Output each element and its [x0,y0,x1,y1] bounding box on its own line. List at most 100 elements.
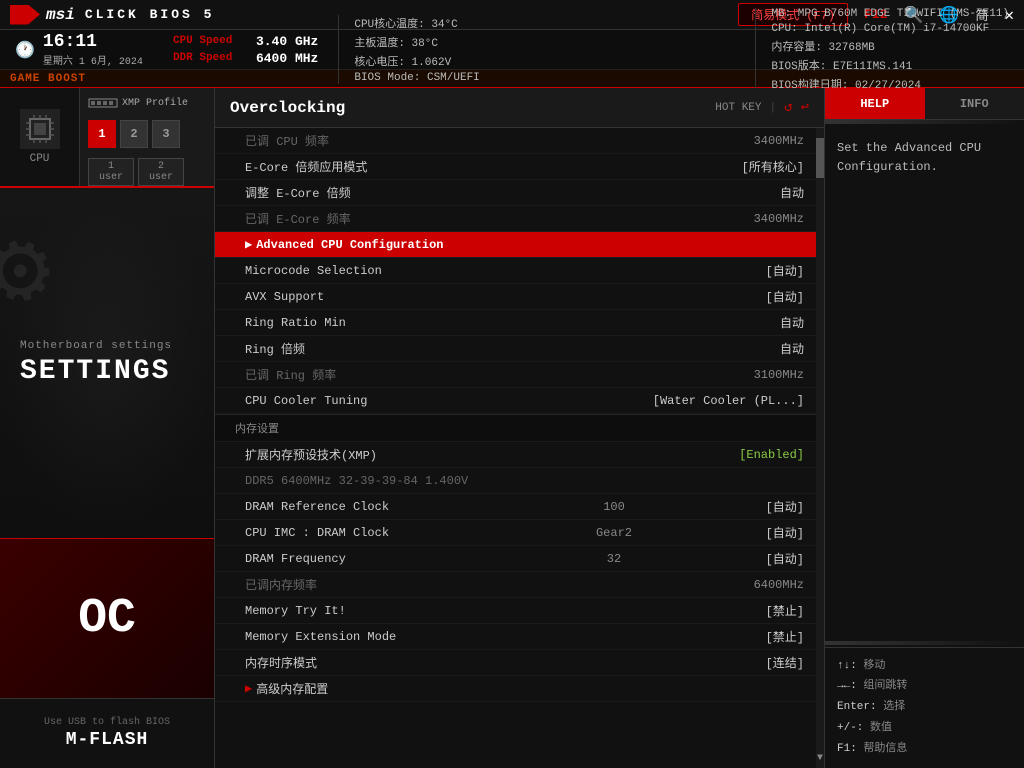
xmp-btn-2[interactable]: 2 [120,120,148,148]
center-content: Boot Priority 💽 ▶ 💿 ▶ U 🖫 USB ▶ U [215,88,824,768]
settings-section[interactable]: ⚙ Motherboard settings SETTINGS [0,188,214,538]
setting-name-ecore-adj: 调整 E-Core 倍频 [245,184,644,201]
cpu-info: CPU: Intel(R) Core(TM) i7-14700KF [771,23,1009,35]
setting-row-ring-min[interactable]: Ring Ratio Min 自动 [215,310,824,336]
xmp-btn-3[interactable]: 3 [152,120,180,148]
setting-value-ecore-freq: 3400MHz [644,212,804,226]
mflash-section[interactable]: Use USB to flash BIOS M-FLASH [0,698,214,768]
xmp-user-btn-1[interactable]: 1user [88,158,134,186]
cpu-speed-value: 3.40 GHz [256,34,318,49]
left-sidebar: CPU XMP Profile 1 2 3 [0,88,215,768]
scrollbar-thumb[interactable] [816,138,824,178]
setting-row-mem-try[interactable]: Memory Try It! [禁止] [215,598,824,624]
setting-row-cpu-freq[interactable]: 已调 CPU 频率 3400MHz [215,128,824,154]
scroll-down-arrow[interactable]: ▼ [816,748,824,768]
cpu-label: CPU [30,153,50,165]
setting-row-imc-dram[interactable]: CPU IMC : DRAM Clock Gear2 [自动] [215,520,824,546]
setting-value-dram-freq: [自动] [644,550,804,567]
xmp-user-btn-2[interactable]: 2user [138,158,184,186]
setting-value-cooler: [Water Cooler (PL...] [644,394,804,408]
setting-value-mem-try: [禁止] [644,602,804,619]
bios-mode: BIOS Mode: CSM/UEFI [354,72,479,84]
setting-value-ring-freq: 3100MHz [644,368,804,382]
logo-msi: msi [46,6,75,24]
cpu-temp: CPU核心温度: 34°C [354,15,479,31]
setting-row-adv-cpu[interactable]: ▶ Advanced CPU Configuration [215,232,824,258]
settings-list[interactable]: 已调 CPU 频率 3400MHz E-Core 倍频应用模式 [所有核心] 调… [215,128,824,768]
setting-value-mem-ext: [禁止] [644,628,804,645]
right-footer: ↑↓: 移动 →←: 组间跳转 Enter: 选择 +/-: 数值 F1: 帮助… [825,647,1024,768]
setting-value-xmp: [Enabled] [644,448,804,462]
setting-row-xmp[interactable]: 扩展内存预设技术(XMP) [Enabled] [215,442,824,468]
setting-name-ddr5-info: DDR5 6400MHz 32-39-39-84 1.400V [245,474,804,488]
back-icon[interactable]: ↩ [801,99,809,116]
mb-temp: 主板温度: 38°C [354,34,479,50]
setting-name-ring-freq: 已调 Ring 频率 [245,366,644,383]
setting-row-adv-mem[interactable]: ▶ 高级内存配置 [215,676,824,702]
setting-extra-dram-freq: 32 [584,552,644,566]
hotkey-label: HOT KEY [715,102,761,114]
cpu-box[interactable]: CPU [0,88,80,186]
setting-row-cooler[interactable]: CPU Cooler Tuning [Water Cooler (PL...] [215,388,824,414]
setting-row-timing-mode[interactable]: 内存时序模式 [连结] [215,650,824,676]
setting-name-ring-ratio: Ring 倍频 [245,340,644,357]
panel-divider-bottom [825,641,1024,645]
oc-section[interactable]: OC [0,538,214,698]
clock-icon: 🕐 [15,40,35,60]
tab-help[interactable]: HELP [825,88,925,119]
game-boost-label: GAME BOOST [10,73,86,85]
setting-row-dram-freq[interactable]: DRAM Frequency 32 [自动] [215,546,824,572]
footer-row-1: ↑↓: 移动 [837,656,1012,677]
ddr-speed-label: DDR Speed [173,52,248,64]
memory-settings-label: 内存设置 [235,420,279,436]
help-text: Set the Advanced CPU Configuration. [837,141,981,174]
xmp-user-buttons: 1user 2user [88,158,206,186]
msi-logo-icon [10,5,40,25]
logo: msi CLICK BIOS 5 [10,5,214,25]
bios-ver: BIOS版本: E7E11IMS.141 [771,57,1009,73]
setting-name-ring-min: Ring Ratio Min [245,316,644,330]
settings-title: SETTINGS [20,356,170,387]
setting-name-mem-freq: 已调内存频率 [245,576,644,593]
setting-name-microcode: Microcode Selection [245,264,644,278]
setting-name-mem-try: Memory Try It! [245,604,644,618]
setting-value-ring-ratio: 自动 [644,340,804,357]
setting-value-mem-freq: 6400MHz [644,578,804,592]
date-display: 星期六 1 6月, 2024 [43,52,143,68]
setting-value-avx: [自动] [644,288,804,305]
footer-row-3: Enter: 选择 [837,697,1012,718]
mflash-title: M-FLASH [66,730,149,750]
xmp-btn-1[interactable]: 1 [88,120,116,148]
ddr-speed-value: 6400 MHz [256,51,318,66]
setting-row-ecore-mode[interactable]: E-Core 倍频应用模式 [所有核心] [215,154,824,180]
setting-row-microcode[interactable]: Microcode Selection [自动] [215,258,824,284]
setting-row-avx[interactable]: AVX Support [自动] [215,284,824,310]
setting-name-adv-mem: 高级内存配置 [256,680,804,697]
setting-name-avx: AVX Support [245,290,644,304]
logo-text: CLICK BIOS 5 [85,7,215,22]
setting-row-ring-ratio[interactable]: Ring 倍频 自动 [215,336,824,362]
setting-row-ecore-adj[interactable]: 调整 E-Core 倍频 自动 [215,180,824,206]
setting-row-mem-ext[interactable]: Memory Extension Mode [禁止] [215,624,824,650]
temp-section: CPU核心温度: 34°C 主板温度: 38°C 核心电压: 1.062V BI… [338,15,479,84]
clock-section: 🕐 16:11 星期六 1 6月, 2024 [15,32,143,68]
arrow-adv-cpu: ▶ [245,237,252,252]
setting-row-mem-freq[interactable]: 已调内存频率 6400MHz [215,572,824,598]
setting-name-cpu-freq: 已调 CPU 频率 [245,132,644,149]
reset-icon[interactable]: ↺ [784,99,792,116]
setting-value-ecore-mode: [所有核心] [644,158,804,175]
setting-name-adv-cpu: Advanced CPU Configuration [256,238,804,252]
setting-extra-imc-dram: Gear2 [584,526,644,540]
memory-settings-header: 内存设置 [215,414,824,442]
xmp-profile-label: XMP Profile [122,98,188,109]
scrollbar-track[interactable]: ▼ [816,128,824,768]
voltage: 核心电压: 1.062V [354,53,479,69]
setting-row-ring-freq[interactable]: 已调 Ring 频率 3100MHz [215,362,824,388]
setting-value-microcode: [自动] [644,262,804,279]
setting-name-dram-ref: DRAM Reference Clock [245,500,584,514]
setting-name-ecore-mode: E-Core 倍频应用模式 [245,158,644,175]
setting-row-ecore-freq[interactable]: 已调 E-Core 频率 3400MHz [215,206,824,232]
setting-row-ddr5-info[interactable]: DDR5 6400MHz 32-39-39-84 1.400V [215,468,824,494]
tab-info[interactable]: INFO [925,88,1024,119]
setting-row-dram-ref[interactable]: DRAM Reference Clock 100 [自动] [215,494,824,520]
